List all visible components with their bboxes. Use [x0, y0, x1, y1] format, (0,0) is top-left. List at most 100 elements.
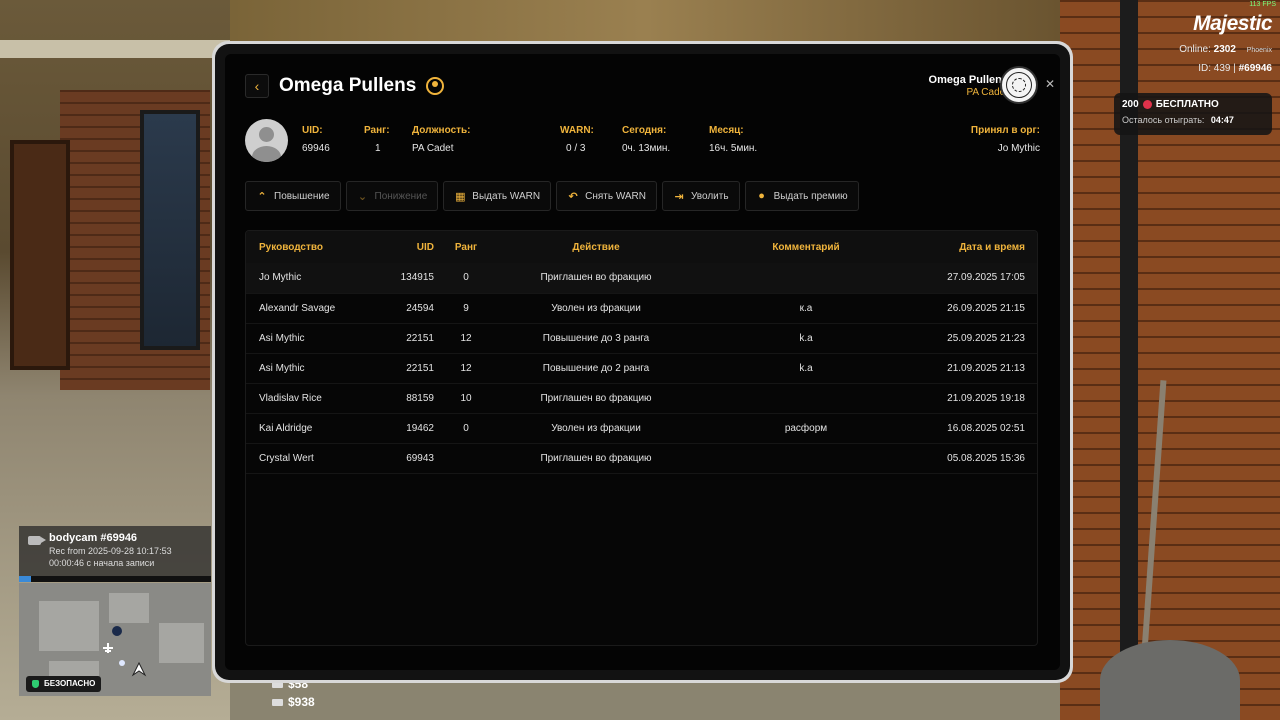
bonus-amount: 200: [1122, 99, 1139, 110]
info-label: Месяц:: [709, 125, 744, 136]
cell-action: Повышение до 2 ранга: [542, 362, 650, 374]
info-value: 1: [375, 143, 381, 154]
promote-label: Повышение: [274, 190, 330, 202]
give-warn-label: Выдать WARN: [472, 190, 541, 202]
table-row[interactable]: Asi Mythic 22151 12 Повышение до 2 ранга…: [246, 353, 1037, 383]
col-header[interactable]: Ранг: [436, 231, 496, 263]
table-row[interactable]: Kai Aldridge 19462 0 Уволен из фракции р…: [246, 413, 1037, 443]
remove-warn-button[interactable]: ↶ Снять WARN: [556, 181, 658, 211]
info-uid: UID: 69946: [302, 125, 330, 154]
table-row[interactable]: Asi Mythic 22151 12 Повышение до 3 ранга…: [246, 323, 1037, 353]
profile-header: ‹ Omega Pullens: [245, 74, 445, 98]
cell-comment: [696, 443, 916, 473]
cell-datetime: 25.09.2025 21:23: [947, 332, 1025, 344]
info-value: 16ч. 5мин.: [709, 143, 758, 154]
close-button[interactable]: ✕: [1042, 76, 1058, 92]
person-badge-icon: [426, 77, 445, 95]
info-label: UID:: [302, 125, 323, 136]
cell-rank: 12: [460, 362, 472, 374]
cell-uid: 69943: [406, 452, 434, 464]
col-header[interactable]: Дата и время: [916, 231, 1037, 263]
info-value: 0 / 3: [566, 143, 586, 154]
bg-plant: [1139, 380, 1167, 680]
cell-comment: k.a: [799, 362, 813, 374]
cell-manager: Asi Mythic: [259, 332, 305, 344]
cell-rank: 9: [463, 302, 469, 314]
cell-manager: Crystal Wert: [259, 452, 314, 464]
bg-ceiling-beam: [0, 40, 230, 58]
tablet-bezel: ‹ Omega Pullens Omega Pullens PA Cadet ✕…: [215, 44, 1070, 680]
table-row[interactable]: Alexandr Savage 24594 9 Уволен из фракци…: [246, 293, 1037, 323]
col-header[interactable]: Комментарий: [696, 231, 916, 263]
bonus-panel: 200 БЕСПЛАТНО Осталось отыграть: 04:47: [1114, 93, 1272, 135]
tablet-screen: ‹ Omega Pullens Omega Pullens PA Cadet ✕…: [225, 54, 1060, 670]
cell-action: Приглашен во фракцию: [540, 392, 652, 404]
bonus-remaining-time: 04:47: [1210, 115, 1234, 125]
player-id: ID: 439 | #69946: [1179, 63, 1272, 74]
cell-manager: Kai Aldridge: [259, 422, 313, 434]
bonus-text: БЕСПЛАТНО: [1155, 99, 1219, 110]
bonus-remaining-label: Осталось отыграть:: [1122, 115, 1205, 125]
hud-top-right: Majestic Online: 2302 Phoenix ID: 439 | …: [1179, 12, 1272, 74]
table-row[interactable]: Crystal Wert 69943 Приглашен во фракцию …: [246, 443, 1037, 473]
cell-uid: 134915: [400, 272, 434, 284]
org-member-rank: PA Cadet: [966, 87, 1008, 98]
fire-button[interactable]: ⇥ Уволить: [662, 181, 740, 211]
tablet-frame: ‹ Omega Pullens Omega Pullens PA Cadet ✕…: [212, 41, 1073, 683]
action-log-table: Руководство UID Ранг Действие Комментари…: [245, 230, 1038, 646]
org-member-name: Omega Pullens: [928, 74, 1008, 86]
org-seal-icon: [1000, 66, 1038, 104]
back-button[interactable]: ‹: [245, 74, 269, 98]
give-warn-button[interactable]: ▦ Выдать WARN: [443, 181, 552, 211]
table-row[interactable]: Vladislav Rice 88159 10 Приглашен во фра…: [246, 383, 1037, 413]
table-row[interactable]: Jo Mythic 134915 0 Приглашен во фракцию …: [246, 263, 1037, 293]
info-label: Должность:: [412, 125, 471, 136]
col-header[interactable]: Руководство: [246, 231, 376, 263]
undo-icon: ↶: [568, 190, 578, 203]
cell-datetime: 21.09.2025 19:18: [947, 392, 1025, 404]
cell-action: Приглашен во фракцию: [540, 272, 652, 284]
minimap-health-bar: [19, 576, 211, 582]
info-value: 0ч. 13мин.: [622, 143, 671, 154]
server-name: Phoenix: [1246, 47, 1272, 54]
cell-manager: Asi Mythic: [259, 362, 305, 374]
person-marker-icon: [119, 660, 125, 666]
cell-action: Уволен из фракции: [551, 422, 641, 434]
cell-datetime: 27.09.2025 17:05: [947, 272, 1025, 284]
give-bonus-button[interactable]: ● Выдать премию: [744, 181, 859, 211]
info-accepted-by: Принял в орг: Jo Mythic: [971, 125, 1040, 154]
cell-rank: 12: [460, 332, 472, 344]
bank-value: $938: [288, 695, 315, 709]
cell-comment: к.а: [799, 302, 813, 314]
bodycam-title: bodycam #69946: [49, 532, 138, 544]
info-today: Сегодня: 0ч. 13мин.: [622, 125, 670, 154]
video-camera-icon: [28, 536, 46, 545]
info-value: Jo Mythic: [997, 143, 1040, 154]
cell-action: Повышение до 3 ранга: [542, 332, 650, 344]
cell-datetime: 26.09.2025 21:15: [947, 302, 1025, 314]
cell-comment: k.a: [799, 332, 813, 344]
demote-button[interactable]: ⌄ Понижение: [345, 181, 439, 211]
cell-datetime: 16.08.2025 02:51: [947, 422, 1025, 434]
cell-uid: 22151: [406, 362, 434, 374]
cell-uid: 19462: [406, 422, 434, 434]
bg-window: [140, 110, 200, 350]
col-header[interactable]: UID: [376, 231, 436, 263]
player-arrow-icon: [131, 661, 147, 677]
table-header-row: Руководство UID Ранг Действие Комментари…: [246, 231, 1037, 263]
police-marker-icon: [112, 626, 122, 636]
bodycam-elapsed: 00:00:46 с начала записи: [49, 558, 155, 568]
person-name: Omega Pullens: [279, 75, 417, 96]
warn-doc-icon: ▦: [455, 190, 466, 203]
info-warn: WARN: 0 / 3: [560, 125, 594, 154]
col-header[interactable]: Действие: [496, 231, 696, 263]
cell-datetime: 05.08.2025 15:36: [947, 452, 1025, 464]
cell-rank: 10: [460, 392, 472, 404]
bonus-row: 200 БЕСПЛАТНО: [1122, 99, 1264, 110]
id-label: ID: 439 |: [1198, 63, 1236, 74]
cell-uid: 22151: [406, 332, 434, 344]
demote-label: Понижение: [374, 190, 428, 202]
cell-comment: [696, 383, 916, 413]
player-id-value: #69946: [1238, 63, 1272, 74]
promote-button[interactable]: ⌃ Повышение: [245, 181, 341, 211]
